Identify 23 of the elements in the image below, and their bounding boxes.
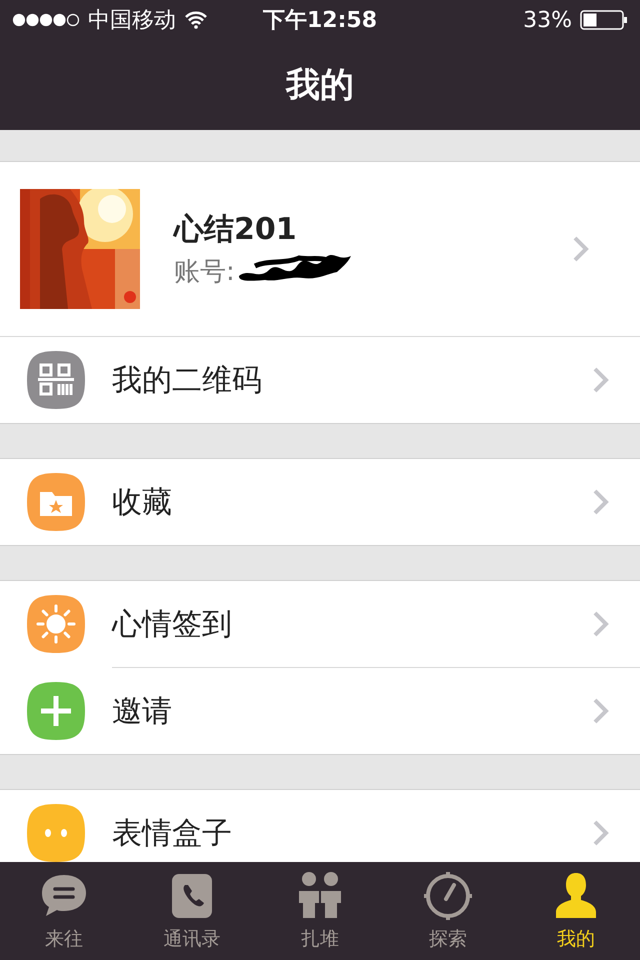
carrier-name: 中国移动 xyxy=(88,7,176,35)
chevron-icon xyxy=(572,235,590,263)
wifi-icon xyxy=(184,11,208,29)
battery-icon xyxy=(580,10,628,30)
signal-icon xyxy=(12,13,80,27)
status-time: 下午12:58 xyxy=(262,7,378,35)
chevron-icon xyxy=(592,697,610,725)
tab-item[interactable]: 通讯录 xyxy=(128,862,256,960)
chevron-icon xyxy=(592,819,610,847)
tab-item[interactable]: 扎堆 xyxy=(256,862,384,960)
tab-item[interactable]: 探索 xyxy=(384,862,512,960)
compass-icon[interactable] xyxy=(422,870,474,922)
menu-item-label[interactable]: 心情签到 xyxy=(112,604,592,644)
battery-percent: 33% xyxy=(523,8,572,32)
menu-item-label[interactable]: 邀请 xyxy=(112,690,592,732)
chevron-icon xyxy=(592,488,610,516)
chevron-icon xyxy=(592,366,610,394)
page-title: 我的 xyxy=(286,64,354,107)
account-label: 账号: xyxy=(174,256,235,289)
chevron-icon xyxy=(592,610,610,638)
tab-item[interactable]: 我的 xyxy=(512,862,640,960)
user-name: 心结201 xyxy=(174,210,298,248)
tab-item[interactable]: 来往 xyxy=(0,862,128,960)
